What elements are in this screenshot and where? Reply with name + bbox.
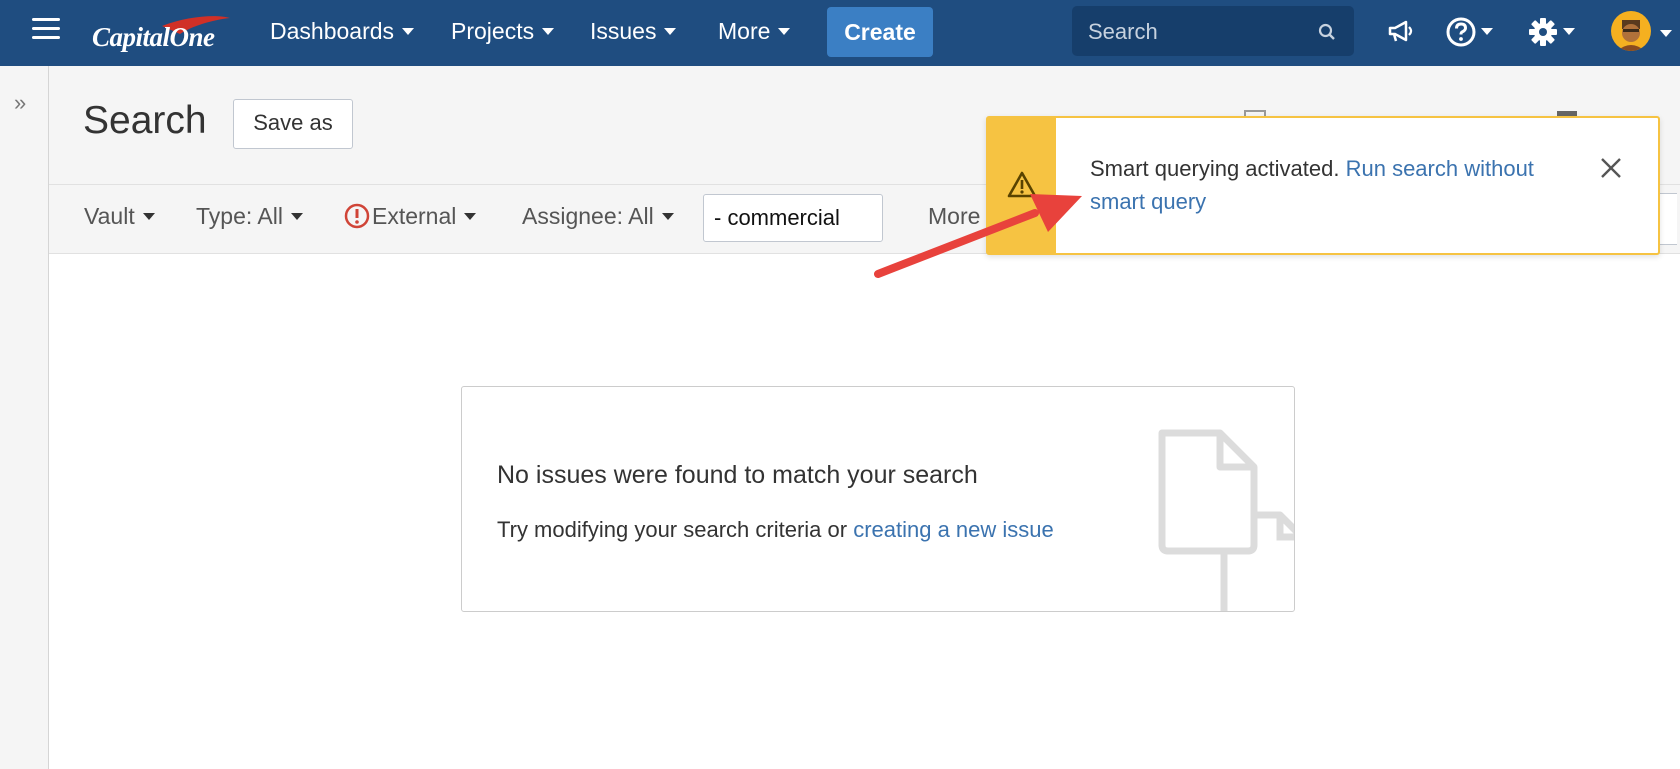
chevron-down-icon: [402, 27, 415, 35]
create-button[interactable]: Create: [827, 7, 933, 57]
chevron-down-icon: [290, 212, 303, 220]
avatar[interactable]: [1611, 11, 1651, 51]
chevron-down-icon: [778, 27, 791, 35]
megaphone-icon[interactable]: [1387, 17, 1417, 45]
capital-one-logo[interactable]: CapitalOne: [92, 14, 240, 54]
exclamation-circle-icon: [344, 203, 370, 229]
document-illustration-icon: [1158, 429, 1294, 611]
nav-more-label: More: [718, 18, 771, 44]
search-icon[interactable]: [1318, 23, 1336, 41]
nav-projects[interactable]: Projects: [451, 0, 555, 66]
notification-message: Smart querying activated. Run search wit…: [1090, 152, 1570, 218]
chevron-down-icon: [1563, 28, 1575, 35]
nav-issues-label: Issues: [590, 18, 657, 44]
filter-status[interactable]: External: [344, 203, 477, 230]
nav-more[interactable]: More: [718, 0, 791, 66]
sidebar: »: [0, 66, 49, 769]
filter-assignee[interactable]: Assignee: All: [522, 203, 674, 230]
global-search: [1072, 6, 1354, 56]
filter-type-label: Type: All: [196, 203, 283, 229]
filter-vault[interactable]: Vault: [84, 203, 155, 230]
expand-sidebar-icon[interactable]: »: [14, 90, 26, 116]
chevron-down-icon: [664, 27, 677, 35]
nav-dashboards[interactable]: Dashboards: [270, 0, 415, 66]
nav-dashboards-label: Dashboards: [270, 18, 395, 44]
chevron-down-icon: [1481, 28, 1493, 35]
page-title: Search: [83, 99, 207, 142]
create-new-issue-link[interactable]: creating a new issue: [853, 517, 1054, 542]
empty-state-panel: No issues were found to match your searc…: [461, 386, 1295, 612]
chevron-down-icon: [542, 27, 555, 35]
user-avatar-icon: [1617, 20, 1645, 51]
top-navigation-bar: CapitalOne Dashboards Projects Issues Mo…: [0, 0, 1680, 66]
text-search-field[interactable]: [703, 194, 883, 242]
menu-icon[interactable]: [32, 18, 60, 42]
settings-menu[interactable]: [1527, 16, 1583, 48]
filter-assignee-label: Assignee: All: [522, 203, 654, 229]
empty-state-tip-text: Try modifying your search criteria or: [497, 517, 848, 542]
filter-vault-label: Vault: [84, 203, 135, 229]
filter-status-label: External: [372, 203, 457, 229]
help-menu[interactable]: [1445, 16, 1501, 48]
chevron-down-icon: [661, 212, 674, 220]
help-icon: [1446, 17, 1476, 47]
filter-type[interactable]: Type: All: [196, 203, 303, 230]
empty-state-tip: Try modifying your search criteria or cr…: [497, 517, 1054, 543]
search-input[interactable]: [1086, 14, 1310, 50]
chevron-down-icon: [464, 212, 477, 220]
empty-state-heading: No issues were found to match your searc…: [497, 461, 978, 489]
nav-issues[interactable]: Issues: [590, 0, 677, 66]
close-icon[interactable]: [1599, 156, 1623, 180]
gear-icon: [1529, 18, 1557, 46]
annotation-arrow: [874, 194, 1082, 278]
notification-text: Smart querying activated.: [1090, 156, 1340, 181]
logo-text: CapitalOne: [92, 22, 215, 52]
save-as-button[interactable]: Save as: [233, 99, 353, 149]
chevron-down-icon[interactable]: [1660, 30, 1672, 37]
nav-projects-label: Projects: [451, 18, 535, 44]
chevron-down-icon: [142, 212, 155, 220]
